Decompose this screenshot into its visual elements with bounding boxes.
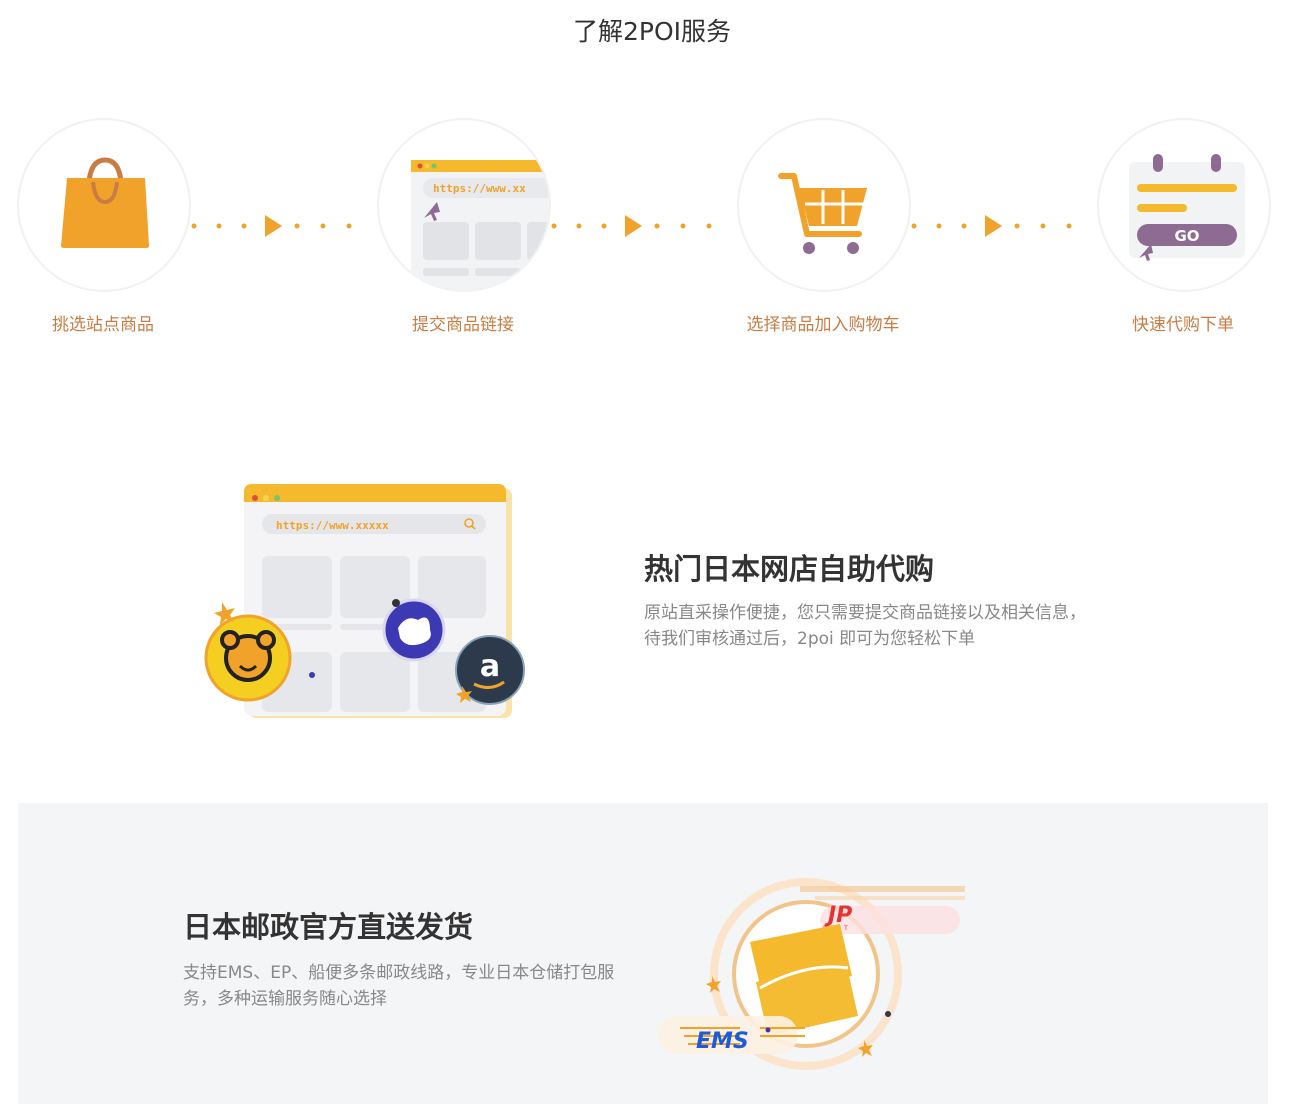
feature-1-url: https://www.xxxxx [276, 519, 389, 532]
step-2-url: https://www.xx [433, 182, 526, 195]
go-text: GO [1174, 227, 1199, 245]
shipping-section [18, 803, 1268, 1104]
calendar-go-icon: GO [1129, 154, 1245, 261]
feature-2-title: 日本邮政官方直送发货 [183, 910, 474, 944]
browser-url-icon: https://www.xx [411, 160, 549, 290]
feature-1-illustration: https://www.xxxxx a [204, 484, 525, 718]
feature-1-title: 热门日本网店自助代购 [644, 552, 935, 586]
feature-2-desc: 支持EMS、EP、船便多条邮政线路，专业日本仓储打包服 务，多种运输服务随心选择 [183, 963, 615, 1009]
flow-arrow-3 [910, 213, 1080, 239]
svg-text:a: a [480, 649, 500, 684]
step-2-circle: https://www.xx [377, 118, 551, 292]
step-1-label: 挑选站点商品 [52, 315, 154, 335]
page-title: 了解2POI服务 [572, 17, 732, 46]
feature-1-desc: 原站直采操作便捷，您只需要提交商品链接以及相关信息， 待我们审核通过后，2poi… [644, 603, 1086, 649]
flow-arrow-1 [190, 213, 360, 239]
flow-arrow-2 [550, 213, 720, 239]
feature-2-illustration: JP POST EMS [658, 878, 965, 1070]
step-3-label: 选择商品加入购物车 [746, 315, 900, 335]
shopping-cart-icon [778, 173, 867, 254]
step-2-label: 提交商品链接 [412, 315, 514, 335]
step-4-circle: GO [1097, 118, 1271, 292]
shopping-bag-icon [61, 157, 149, 248]
step-3-circle [737, 118, 911, 292]
ems-logo: EMS [696, 1029, 749, 1054]
step-1-circle [17, 118, 191, 292]
step-4-label: 快速代购下单 [1132, 315, 1234, 335]
